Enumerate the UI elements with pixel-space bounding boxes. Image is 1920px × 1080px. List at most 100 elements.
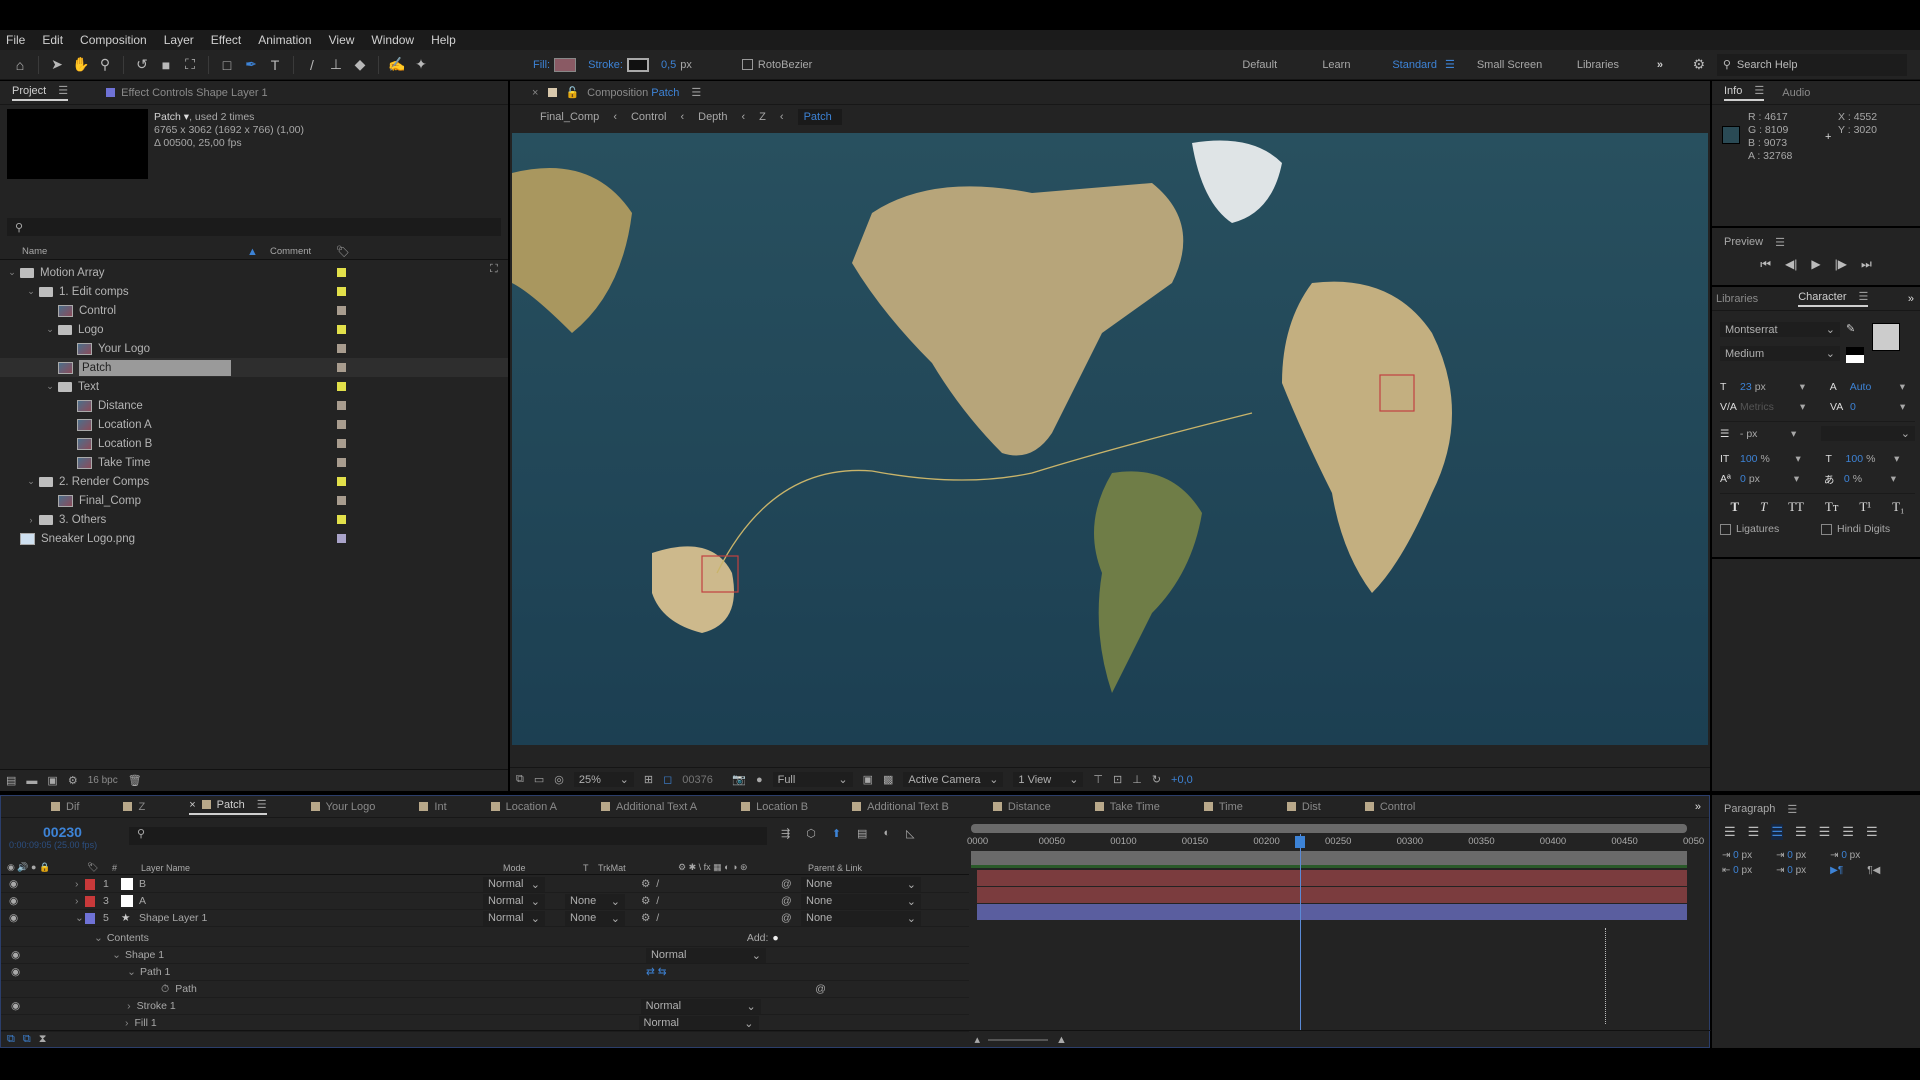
display-icon[interactable]: ▭ (534, 773, 544, 786)
magnification-dropdown[interactable]: 25% ⌄ (573, 772, 634, 787)
sort-asc-icon[interactable]: ▲ (247, 246, 270, 258)
label-color-swatch[interactable] (337, 382, 346, 391)
sync-settings-icon[interactable]: ⚙ (1689, 55, 1709, 75)
breadcrumb-control[interactable]: Control (631, 111, 666, 123)
chevron-down-icon[interactable]: ⌄ (44, 381, 56, 392)
stroke-blend-mode-dropdown[interactable]: Normal ⌄ (640, 998, 761, 1014)
puppet-tool-icon[interactable]: ✦ (411, 55, 431, 75)
layer-name[interactable]: B (139, 878, 483, 890)
project-item[interactable]: Location A (0, 415, 508, 434)
rectangle-tool-icon[interactable]: □ (217, 55, 237, 75)
label-color-swatch[interactable] (337, 287, 346, 296)
timeline-tab[interactable]: Additional Text B (852, 801, 949, 813)
contents-row[interactable]: ⌄ Contents Add: ● (1, 930, 969, 947)
menu-help[interactable]: Help (431, 33, 456, 47)
label-color-swatch[interactable] (337, 477, 346, 486)
ligatures-checkbox[interactable] (1720, 523, 1731, 535)
project-item[interactable]: ⌄ Motion Array (0, 263, 508, 282)
last-frame-icon[interactable]: ⏭ (1861, 257, 1872, 272)
faux-italic-icon[interactable]: T (1760, 499, 1767, 515)
tsume-value[interactable]: 0 (1844, 473, 1850, 485)
shape-blend-mode-dropdown[interactable]: Normal ⌄ (645, 947, 766, 963)
justify-last-center-icon[interactable]: ☰ (1819, 824, 1831, 840)
tabs-overflow-icon[interactable]: » (1695, 801, 1701, 813)
menu-file[interactable]: File (6, 33, 25, 47)
resolution-dropdown[interactable]: Full ⌄ (772, 772, 853, 787)
superscript-icon[interactable]: T¹ (1859, 499, 1871, 515)
chevron-down-icon[interactable]: ⌄ (75, 912, 85, 924)
layer-row[interactable]: ◉ ⌄ 5 ★ Shape Layer 1 Normal ⌄ None ⌄ ⚙ / … (1, 910, 969, 927)
panel-overflow-icon[interactable]: » (1908, 293, 1914, 305)
label-color-swatch[interactable] (337, 344, 346, 353)
layer-label-color[interactable] (85, 912, 95, 924)
ltr-direction-icon[interactable]: ▶¶ (1830, 865, 1843, 876)
label-color-swatch[interactable] (337, 496, 346, 505)
search-help-field[interactable]: ⚲ Search Help (1716, 53, 1907, 76)
layer-bar-b[interactable] (977, 870, 1687, 886)
tab-character[interactable]: Character ☰ (1798, 290, 1869, 307)
parent-dropdown[interactable]: None ⌄ (801, 910, 921, 926)
current-frame[interactable]: 00376 (682, 774, 722, 786)
mask-view-icon[interactable]: ◎ (554, 773, 564, 786)
chevron-down-icon[interactable]: ⌄ (44, 324, 56, 335)
snapshot-icon[interactable]: 📷 (732, 773, 746, 786)
tab-libraries[interactable]: Libraries (1716, 293, 1758, 305)
stroke-style-dropdown[interactable]: ⌄ (1820, 426, 1915, 441)
breadcrumb-z[interactable]: Z (759, 111, 766, 123)
faux-bold-icon[interactable]: T (1730, 499, 1739, 515)
graph-editor-icon[interactable]: ◺ (906, 827, 914, 840)
stroke-swatch[interactable] (626, 57, 649, 72)
layer-row[interactable]: ◉ › 1 B Normal⌄ ⌄ ⚙ / @ None⌄ (1, 876, 969, 893)
roto-brush-tool-icon[interactable]: ✍ (387, 55, 407, 75)
pick-whip-icon[interactable]: @ (781, 895, 801, 907)
project-item[interactable]: ⌄ 2. Render Comps (0, 472, 508, 491)
chevron-down-icon[interactable]: ⌄ (25, 476, 37, 487)
project-settings-icon[interactable]: ⚙ (68, 774, 78, 787)
timeline-tab[interactable]: Location A (490, 801, 557, 813)
label-color-swatch[interactable] (337, 515, 346, 524)
in-out-toggle-icon[interactable]: ⧗ (39, 1033, 47, 1046)
visibility-eye-icon[interactable]: ◉ (11, 1000, 20, 1012)
layer-switches[interactable]: ⚙ / (641, 912, 781, 924)
workspace-default[interactable]: Default (1242, 59, 1322, 71)
chevron-right-icon[interactable]: › (75, 878, 85, 890)
hindi-digits-checkbox[interactable] (1821, 523, 1832, 535)
chevron-down-icon[interactable]: ⌄ (25, 286, 37, 297)
close-tab-icon[interactable]: × (189, 799, 195, 811)
camera-tool-icon[interactable]: ■ (156, 55, 176, 75)
rotobezier-checkbox[interactable] (741, 59, 753, 70)
workspace-learn[interactable]: Learn (1322, 59, 1392, 71)
current-time-display[interactable]: 00230 (43, 824, 82, 840)
playhead-handle[interactable] (1295, 836, 1306, 848)
justify-all-icon[interactable]: ☰ (1866, 824, 1878, 840)
visibility-eye-icon[interactable]: ◉ (9, 895, 75, 907)
tab-composition-patch[interactable]: Composition Patch ☰ (587, 86, 701, 100)
zoom-in-icon[interactable]: ▲ (1056, 1034, 1067, 1046)
grid-guides-icon[interactable]: ⊞ (644, 773, 653, 786)
visibility-eye-icon[interactable]: ◉ (9, 878, 75, 890)
pick-whip-icon[interactable]: @ (781, 878, 801, 890)
parent-dropdown[interactable]: None ⌄ (801, 893, 921, 909)
label-color-swatch[interactable] (337, 325, 346, 334)
project-item[interactable]: ⌄ Logo (0, 320, 508, 339)
horizontal-scale-value[interactable]: 100 (1846, 453, 1864, 465)
timeline-tab[interactable]: Dif (51, 801, 79, 813)
pen-tool-icon[interactable]: ✒ (241, 55, 261, 75)
more-workspaces-icon[interactable]: » (1657, 59, 1687, 71)
timeline-tab[interactable]: Location B (741, 801, 808, 813)
bit-depth[interactable]: 16 bpc (88, 775, 118, 786)
visibility-eye-icon[interactable]: ◉ (11, 966, 20, 978)
timeline-zoom-slider[interactable] (987, 1038, 1048, 1041)
justify-last-right-icon[interactable]: ☰ (1842, 824, 1854, 840)
trash-icon[interactable]: 🗑 (128, 774, 142, 787)
tab-info[interactable]: Info ☰ (1724, 84, 1765, 101)
label-tag-icon[interactable]: 🏷 (336, 245, 350, 258)
timeline-tab[interactable]: × Patch ☰ (189, 798, 267, 815)
parent-dropdown[interactable]: None ⌄ (801, 876, 921, 892)
timeline-tab[interactable]: Your Logo (310, 801, 375, 813)
zoom-tool-icon[interactable]: ⚲ (95, 55, 115, 75)
label-color-swatch[interactable] (337, 401, 346, 410)
timeline-tab[interactable]: Take Time (1094, 801, 1160, 813)
project-item[interactable]: Distance (0, 396, 508, 415)
align-left-icon[interactable]: ☰ (1724, 824, 1736, 840)
